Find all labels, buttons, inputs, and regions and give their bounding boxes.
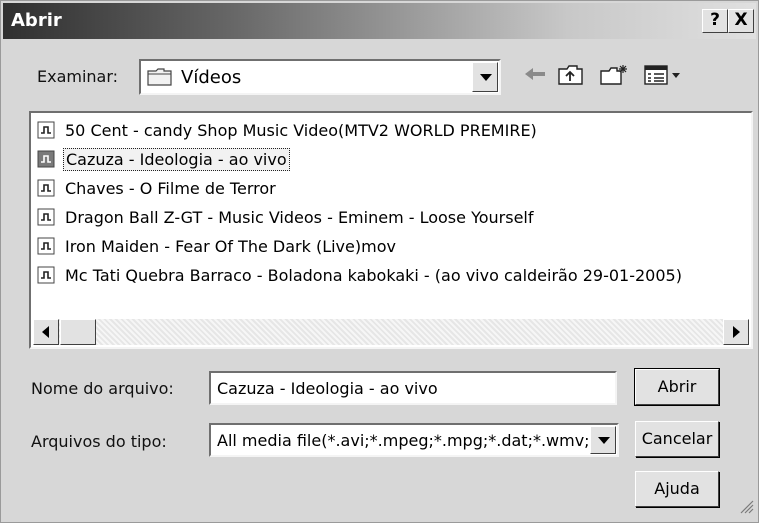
file-name: Iron Maiden - Fear Of The Dark (Live)mov: [65, 236, 396, 256]
file-name: Chaves - O Filme de Terror: [65, 178, 276, 198]
new-folder-icon[interactable]: [599, 63, 629, 91]
look-in-label: Examinar:: [37, 67, 119, 86]
filename-input[interactable]: Cazuza - Ideologia - ao vivo: [209, 371, 617, 405]
file-list-item[interactable]: Iron Maiden - Fear Of The Dark (Live)mov: [37, 233, 398, 259]
file-list-item[interactable]: Chaves - O Filme de Terror: [37, 175, 278, 201]
back-arrow-icon[interactable]: [523, 63, 547, 89]
filetype-label: Arquivos do tipo:: [31, 432, 167, 451]
title-bar[interactable]: Abrir ? X: [3, 3, 756, 39]
up-folder-icon[interactable]: [557, 63, 585, 91]
horizontal-scrollbar[interactable]: [33, 319, 749, 345]
arrow-right-icon: [733, 326, 740, 338]
file-name: Mc Tati Quebra Barraco - Boladona kaboka…: [65, 265, 682, 285]
help-titlebar-button[interactable]: ?: [702, 9, 728, 33]
media-file-icon: [37, 179, 55, 197]
view-menu-icon[interactable]: [643, 63, 683, 91]
scroll-left-button[interactable]: [33, 319, 59, 345]
filename-label: Nome do arquivo:: [31, 379, 174, 398]
media-file-icon: [37, 150, 55, 168]
filetype-combo[interactable]: All media file(*.avi;*.mpeg;*.mpg;*.dat;…: [209, 423, 619, 457]
filetype-value: All media file(*.avi;*.mpeg;*.mpg;*.dat;…: [217, 431, 598, 450]
media-file-icon: [37, 237, 55, 255]
look-in-combo[interactable]: Vídeos: [139, 59, 501, 95]
media-file-icon: [37, 121, 55, 139]
file-list-item[interactable]: Mc Tati Quebra Barraco - Boladona kaboka…: [37, 262, 684, 288]
scroll-right-button[interactable]: [723, 319, 749, 345]
file-list-item[interactable]: 50 Cent - candy Shop Music Video(MTV2 WO…: [37, 117, 539, 143]
folder-icon: [147, 67, 173, 91]
resize-grip-icon[interactable]: [740, 499, 754, 518]
open-dialog: Abrir ? X Examinar: Vídeos 50 Cent - can…: [0, 0, 759, 523]
file-name: Cazuza - Ideologia - ao vivo: [63, 147, 290, 171]
media-file-icon: [37, 266, 55, 284]
open-button[interactable]: Abrir: [634, 368, 720, 406]
file-name: Dragon Ball Z-GT - Music Videos - Eminem…: [65, 207, 534, 227]
media-file-icon: [37, 208, 55, 226]
scroll-thumb[interactable]: [60, 319, 96, 345]
cancel-button[interactable]: Cancelar: [635, 421, 719, 457]
help-button[interactable]: Ajuda: [635, 471, 719, 507]
file-list-item[interactable]: Dragon Ball Z-GT - Music Videos - Eminem…: [37, 204, 535, 230]
file-list[interactable]: 50 Cent - candy Shop Music Video(MTV2 WO…: [29, 111, 753, 349]
look-in-value: Vídeos: [181, 67, 242, 88]
close-button[interactable]: X: [728, 9, 754, 33]
look-in-dropdown-button[interactable]: [472, 62, 498, 92]
arrow-left-icon: [42, 326, 49, 338]
dialog-title: Abrir: [11, 10, 62, 31]
file-list-item[interactable]: Cazuza - Ideologia - ao vivo: [37, 146, 290, 172]
file-name: 50 Cent - candy Shop Music Video(MTV2 WO…: [65, 120, 537, 140]
filetype-dropdown-button[interactable]: [590, 426, 616, 454]
